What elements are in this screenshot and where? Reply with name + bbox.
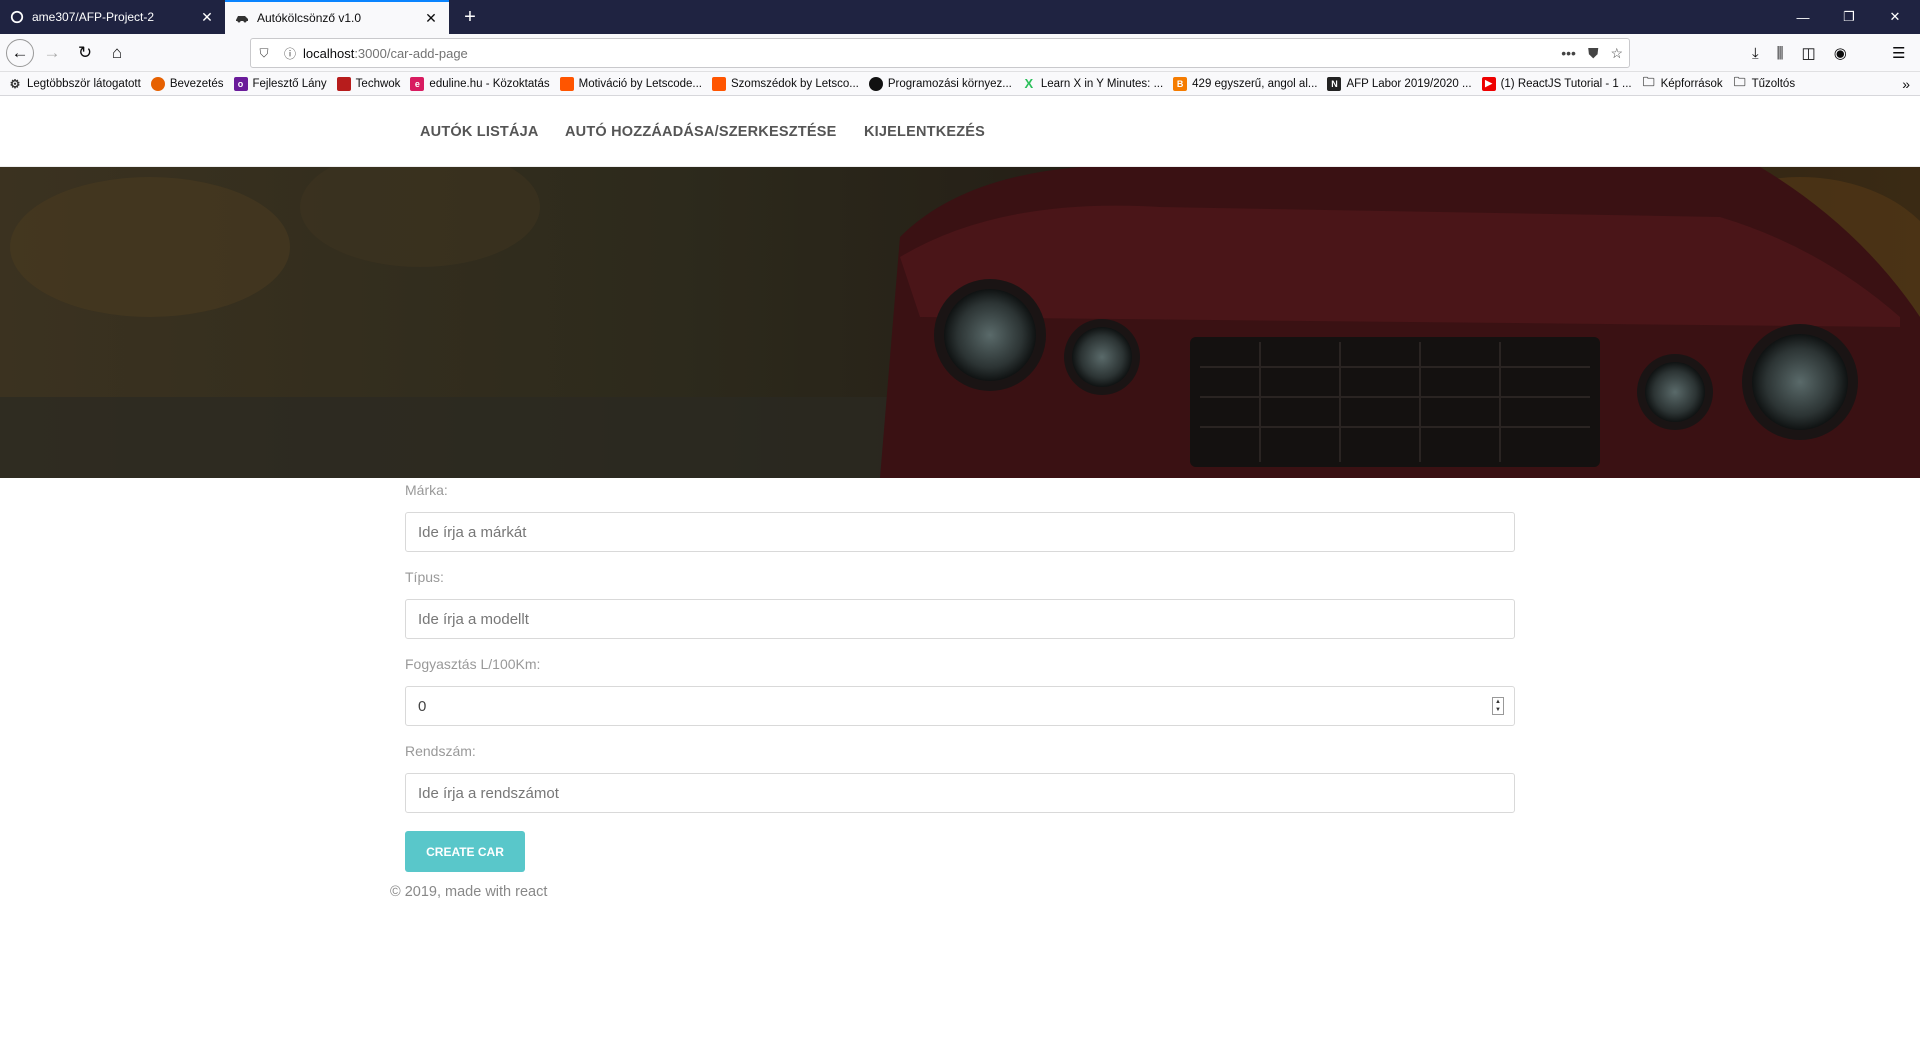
bookmark-item[interactable]: Programozási környez... bbox=[868, 76, 1012, 91]
back-button[interactable]: ← bbox=[6, 39, 34, 67]
bookmark-label: (1) ReactJS Tutorial - 1 ... bbox=[1500, 77, 1632, 90]
bookmark-label: eduline.hu - Közoktatás bbox=[429, 77, 550, 90]
site-icon: X bbox=[1024, 76, 1034, 91]
bookmark-label: 429 egyszerű, angol al... bbox=[1192, 77, 1318, 90]
type-label: Típus: bbox=[405, 569, 444, 585]
bookmark-item[interactable]: 🗀 Képforrások bbox=[1642, 75, 1723, 91]
plate-label: Rendszám: bbox=[405, 743, 476, 759]
bookmark-label: Bevezetés bbox=[169, 77, 224, 90]
nav-logout[interactable]: KIJELENTKEZÉS bbox=[864, 124, 985, 140]
car-add-form: Márka: Ide írja a márkát Típus: Ide írja… bbox=[405, 478, 1515, 872]
bookmark-label: Fejlesztő Lány bbox=[252, 77, 327, 90]
reload-button[interactable]: ↻ bbox=[71, 39, 99, 67]
gear-icon: ⚙ bbox=[9, 76, 21, 91]
url-host: localhost bbox=[303, 45, 355, 61]
folder-icon: 🗀 bbox=[1642, 75, 1655, 89]
navigation-toolbar: ← → ↻ ⌂ ⛉ ⓘ localhost:3000/car-add-page … bbox=[0, 34, 1920, 72]
minimize-icon[interactable]: — bbox=[1780, 0, 1826, 34]
home-button[interactable]: ⌂ bbox=[103, 39, 131, 67]
forward-button[interactable]: → bbox=[38, 39, 66, 67]
soundcloud-icon bbox=[712, 76, 726, 91]
youtube-icon: ▶ bbox=[1481, 76, 1496, 91]
account-icon[interactable]: ◉ bbox=[1834, 44, 1847, 62]
bookmark-item[interactable]: Motiváció by Letscode... bbox=[559, 76, 702, 91]
create-car-button[interactable]: CREATE CAR bbox=[405, 831, 525, 872]
bookmark-item[interactable]: Szomszédok by Letsco... bbox=[712, 76, 859, 91]
type-input[interactable]: Ide írja a modellt bbox=[405, 599, 1515, 639]
brand-input[interactable]: Ide írja a márkát bbox=[405, 512, 1515, 552]
notion-icon: N bbox=[1327, 76, 1342, 91]
bookmark-label: Szomszédok by Letsco... bbox=[731, 77, 859, 90]
bookmark-label: AFP Labor 2019/2020 ... bbox=[1346, 77, 1472, 90]
blogger-icon: B bbox=[1173, 76, 1188, 91]
menu-icon[interactable]: ☰ bbox=[1892, 39, 1905, 67]
close-tab-icon[interactable]: ✕ bbox=[199, 9, 215, 26]
bookmark-label: Techwok bbox=[355, 77, 401, 90]
github-icon bbox=[868, 76, 883, 91]
consumption-input[interactable]: 0 ▲ ▼ bbox=[405, 686, 1515, 726]
download-icon[interactable]: ⤓ bbox=[1752, 45, 1759, 62]
consumption-value: 0 bbox=[418, 697, 427, 715]
chevron-up-icon[interactable]: ▲ bbox=[1495, 698, 1501, 706]
bookmark-item[interactable]: o Fejlesztő Lány bbox=[233, 76, 327, 91]
number-stepper[interactable]: ▲ ▼ bbox=[1492, 697, 1504, 715]
hero-car-image bbox=[0, 167, 1920, 478]
close-window-icon[interactable]: ✕ bbox=[1872, 0, 1918, 34]
plate-input[interactable]: Ide írja a rendszámot bbox=[405, 773, 1515, 813]
info-icon[interactable]: ⓘ bbox=[277, 45, 303, 62]
tab-title: ame307/AFP-Project-2 bbox=[32, 10, 155, 24]
bookmark-item[interactable]: X Learn X in Y Minutes: ... bbox=[1022, 76, 1164, 91]
bookmark-star-icon[interactable]: ☆ bbox=[1610, 45, 1623, 62]
nav-cars-list[interactable]: AUTÓK LISTÁJA bbox=[420, 124, 539, 140]
tab-github[interactable]: ame307/AFP-Project-2 ✕ bbox=[0, 0, 225, 34]
folder-icon: 🗀 bbox=[1733, 75, 1746, 89]
site-icon bbox=[336, 76, 351, 91]
url-path: :3000/car-add-page bbox=[354, 45, 468, 61]
footer-text: © 2019, made with react bbox=[390, 884, 548, 900]
bookmark-label: Tűzoltós bbox=[1751, 77, 1796, 90]
page-actions-icon[interactable]: ••• bbox=[1561, 45, 1576, 61]
restore-icon[interactable]: ❐ bbox=[1826, 0, 1872, 34]
bookmark-item[interactable]: N AFP Labor 2019/2020 ... bbox=[1327, 76, 1472, 91]
tab-bar: ame307/AFP-Project-2 ✕ Autókölcsönző v1.… bbox=[0, 0, 1920, 34]
bookmark-item[interactable]: 🗀 Tűzoltós bbox=[1733, 75, 1796, 91]
soundcloud-icon bbox=[559, 76, 574, 91]
sidebar-icon[interactable]: ◫ bbox=[1802, 44, 1816, 62]
shield-icon[interactable]: ⛉ bbox=[251, 46, 277, 61]
brand-label: Márka: bbox=[405, 482, 448, 498]
github-icon bbox=[10, 10, 24, 24]
tab-autokolcsonzo[interactable]: Autókölcsönző v1.0 ✕ bbox=[225, 0, 449, 34]
bookmark-item[interactable]: Bevezetés bbox=[150, 76, 224, 91]
pocket-icon[interactable]: ⛊ bbox=[1588, 45, 1599, 62]
close-tab-icon[interactable]: ✕ bbox=[423, 10, 439, 27]
bookmark-label: Learn X in Y Minutes: ... bbox=[1040, 77, 1164, 90]
consumption-label: Fogyasztás L/100Km: bbox=[405, 656, 541, 672]
bookmark-label: Legtöbbször látogatott bbox=[27, 77, 141, 90]
bookmark-item[interactable]: ⚙ Legtöbbször látogatott bbox=[8, 77, 141, 91]
site-navbar: AUTÓK LISTÁJA AUTÓ HOZZÁADÁSA/SZERKESZTÉ… bbox=[0, 96, 1920, 167]
site-icon: o bbox=[233, 76, 248, 91]
library-icon[interactable]: ⫼ bbox=[1777, 45, 1784, 62]
bookmark-label: Képforrások bbox=[1660, 77, 1723, 90]
bookmarks-toolbar: ⚙ Legtöbbször látogatott Bevezetés o Fejle… bbox=[0, 72, 1920, 96]
bookmark-label: Programozási környez... bbox=[887, 77, 1012, 90]
bookmark-item[interactable]: Techwok bbox=[336, 76, 401, 91]
url-bar[interactable]: ⛉ ⓘ localhost:3000/car-add-page ••• ⛊ ☆ bbox=[250, 38, 1630, 68]
tab-title: Autókölcsönző v1.0 bbox=[257, 11, 362, 25]
new-tab-button[interactable]: + bbox=[455, 0, 485, 34]
bookmark-item[interactable]: ▶ (1) ReactJS Tutorial - 1 ... bbox=[1481, 76, 1632, 91]
firefox-icon bbox=[150, 76, 165, 91]
chevron-down-icon[interactable]: ▼ bbox=[1495, 706, 1501, 714]
more-bookmarks-icon[interactable]: » bbox=[1902, 72, 1910, 95]
bookmark-item[interactable]: e eduline.hu - Közoktatás bbox=[410, 76, 550, 91]
car-icon bbox=[235, 11, 249, 25]
bookmark-item[interactable]: B 429 egyszerű, angol al... bbox=[1173, 76, 1318, 91]
bookmark-label: Motiváció by Letscode... bbox=[578, 77, 702, 90]
site-icon: e bbox=[410, 76, 425, 91]
nav-add-edit-car[interactable]: AUTÓ HOZZÁADÁSA/SZERKESZTÉSE bbox=[565, 124, 836, 140]
